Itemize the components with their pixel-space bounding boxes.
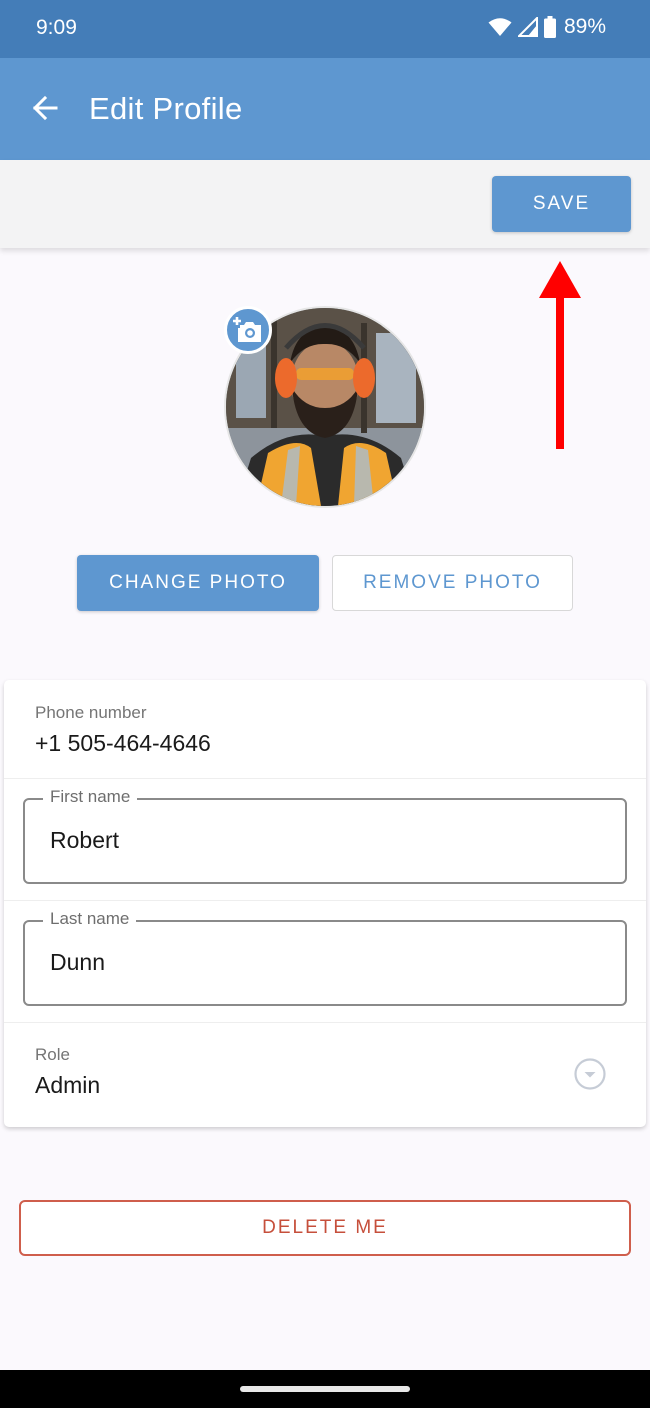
remove-photo-button[interactable]: REMOVE PHOTO xyxy=(332,555,573,611)
system-navigation-bar xyxy=(0,1370,650,1408)
first-name-field[interactable]: First name xyxy=(23,787,627,884)
page-title: Edit Profile xyxy=(89,91,243,126)
last-name-input[interactable] xyxy=(48,948,592,977)
phone-number-row: Phone number +1 505-464-4646 xyxy=(4,680,646,779)
wifi-icon xyxy=(488,18,512,36)
phone-number-value: +1 505-464-4646 xyxy=(35,730,211,756)
role-select[interactable]: Role Admin xyxy=(4,1023,646,1127)
profile-form-card: Phone number +1 505-464-4646 First name … xyxy=(4,680,646,1127)
role-value: Admin xyxy=(35,1072,101,1098)
profile-photo-container xyxy=(224,306,426,508)
dropdown-circle-icon[interactable] xyxy=(572,1056,608,1092)
last-name-field[interactable]: Last name xyxy=(23,909,627,1006)
back-button[interactable] xyxy=(26,88,66,128)
action-toolbar: SAVE xyxy=(0,160,650,248)
delete-account-button[interactable]: DELETE ME xyxy=(19,1200,631,1256)
last-name-label: Last name xyxy=(43,909,137,929)
cellular-signal-icon xyxy=(517,17,538,37)
status-time: 9:09 xyxy=(36,16,77,39)
battery-percent: 89% xyxy=(563,15,606,38)
add-photo-button[interactable] xyxy=(224,306,272,354)
divider xyxy=(4,900,646,901)
status-bar: 9:09 89% xyxy=(0,0,650,58)
first-name-input[interactable] xyxy=(48,826,592,855)
first-name-label: First name xyxy=(43,787,138,807)
status-icons: 89% xyxy=(488,15,606,39)
add-photo-camera-icon xyxy=(233,317,261,342)
arrow-left-icon xyxy=(32,95,58,121)
save-button[interactable]: SAVE xyxy=(492,176,631,232)
phone-number-label: Phone number xyxy=(35,703,147,722)
role-label: Role xyxy=(35,1045,70,1064)
app-bar: Edit Profile xyxy=(0,58,650,160)
annotation-arrow-icon xyxy=(539,261,581,449)
battery-icon xyxy=(543,16,556,38)
home-gesture-handle[interactable] xyxy=(240,1386,410,1392)
change-photo-button[interactable]: CHANGE PHOTO xyxy=(77,555,319,611)
